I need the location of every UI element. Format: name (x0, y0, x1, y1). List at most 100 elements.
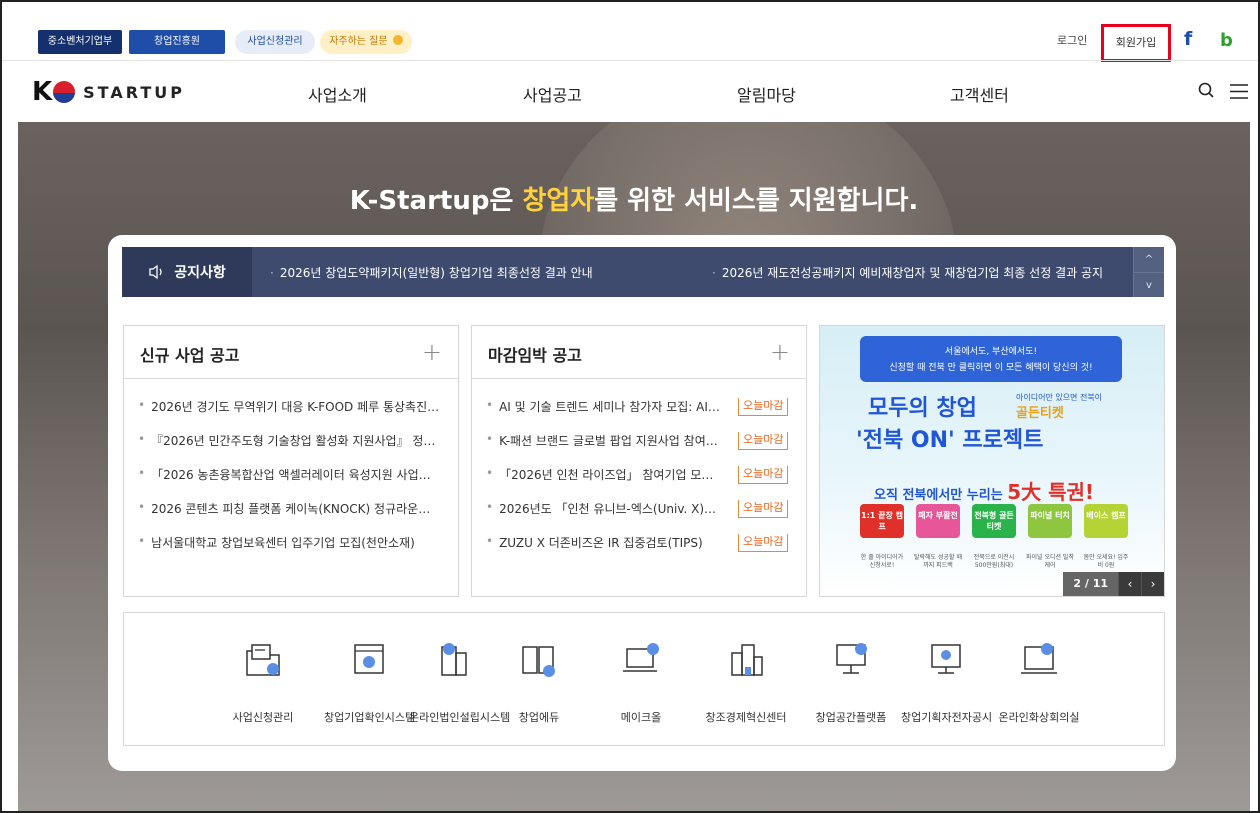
list-item[interactable]: • 2026년 경기도 무역위기 대응 K-FOOD 페루 통상촉진단 … (138, 398, 454, 432)
notice-item[interactable]: · 2026년 재도전성공패키지 예비재창업자 및 재창업기업 최종 선정 결과 … (712, 264, 1103, 281)
presentation-icon (836, 643, 867, 674)
quick-link-label: 창업공간플랫폼 (815, 711, 887, 724)
banner-caption: 탈락해도 성공할 때까지 피드백 (914, 554, 962, 569)
quick-link-label: 창업기획자전자공시 (901, 711, 993, 724)
faq-link[interactable]: 자주하는 질문 (320, 30, 412, 54)
list-item-text: 남서울대학교 창업보육센터 입주기업 모집(천안소재) (151, 536, 415, 550)
list-item[interactable]: • ZUZU X 더존비즈온 IR 집중검토(TIPS) 오늘마감 (486, 534, 802, 568)
main-panel: 공지사항 · 2026년 창업도약패키지(일반형) 창업기업 최종선정 결과 안내… (108, 235, 1176, 771)
facebook-icon[interactable]: f (1184, 28, 1192, 50)
banner-golden-ticket: 골든티켓 (1016, 406, 1064, 421)
login-link[interactable]: 로그인 (1057, 32, 1087, 48)
quick-links: 사업신청관리 창업기업확인시스템 온라인법인설립시스템 창업에듀 메이크올 창조… (123, 612, 1165, 746)
chevron-down-icon[interactable]: v (1134, 272, 1164, 298)
bullet: • (138, 500, 146, 514)
list-item[interactable]: • 2026년도 「인천 유니브-엑스(Univ. X)」 … 오늘마감 (486, 500, 802, 534)
list-item[interactable]: • 남서울대학교 창업보육센터 입주기업 모집(천안소재) (138, 534, 454, 568)
hero-section: K-Startup은 창업자를 위한 서비스를 지원합니다. 공지사항 · 202… (18, 122, 1250, 811)
menu-icon[interactable] (1230, 84, 1248, 99)
banner-chip: 베이스 캠프 (1084, 504, 1128, 538)
nav-business-intro[interactable]: 사업소개 (308, 82, 367, 106)
laptop-gear-icon (623, 643, 659, 672)
banner-chip: 패자 부활전 (916, 504, 960, 538)
quick-link-label: 메이크올 (620, 711, 662, 724)
bullet: • (486, 432, 494, 446)
quick-link-label: 온라인법인설립시스템 (409, 711, 511, 724)
divider (2, 60, 1258, 61)
list-item-text: 2026 콘텐츠 피칭 플랫폼 케이녹(KNOCK) 정규라운드 … (151, 502, 442, 516)
list-item[interactable]: • 2026 콘텐츠 피칭 플랫폼 케이녹(KNOCK) 정규라운드 … (138, 500, 454, 534)
notice-label-text: 공지사항 (174, 265, 226, 281)
quick-link[interactable]: 창조경제혁신센터 (701, 613, 791, 745)
blog-icon[interactable]: b (1220, 30, 1233, 51)
banner-page-number: 2 / 11 (1063, 572, 1118, 596)
mss-link[interactable]: 중소벤처기업부 (38, 30, 122, 54)
deadline-header: 마감임박 공고 + (472, 326, 806, 379)
utility-bar: 중소벤처기업부 창업진흥원 사업신청관리 자주하는 질문 로그인 회원가입 f … (2, 2, 1258, 62)
bullet: • (138, 398, 146, 412)
new-business-box: 신규 사업 공고 + • 2026년 경기도 무역위기 대응 K-FOOD 페루 … (123, 325, 459, 597)
video-meeting-icon (1021, 643, 1057, 674)
list-item[interactable]: • K-패션 브랜드 글로벌 팝업 지원사업 참여기… 오늘마감 (486, 432, 802, 466)
quick-link[interactable]: 메이크올 (596, 613, 686, 745)
promo-banner[interactable]: 서울에서도, 부산에서도! 신청할 때 전북 만 클릭하면 이 모든 혜택이 당… (819, 325, 1165, 597)
banner-headline: 모두의 창업 (868, 396, 977, 421)
nav-business-notice[interactable]: 사업공고 (523, 82, 582, 106)
deadline-badge: 오늘마감 (738, 466, 789, 484)
logo-mark-icon (53, 81, 76, 103)
chevron-right-icon[interactable]: › (1141, 572, 1164, 596)
kstartup-logo[interactable]: K STARTUP (32, 76, 185, 108)
more-plus-icon[interactable]: + (422, 338, 442, 366)
quick-link[interactable]: 창업에듀 (494, 613, 584, 745)
banner-subtitle: 오직 전북에서만 누리는 5大 특권! (874, 476, 1094, 505)
bullet: · (270, 266, 274, 280)
banner-caption: 전북으로 이전시 500만원(최대) (973, 554, 1015, 569)
nav-notice-board[interactable]: 알림마당 (737, 82, 796, 106)
nav-customer-center[interactable]: 고객센터 (950, 82, 1009, 106)
book-icon (522, 646, 555, 677)
speaker-icon (149, 264, 162, 280)
list-item-text: 2026년도 「인천 유니브-엑스(Univ. X)」 … (499, 502, 724, 516)
banner-line1: 서울에서도, 부산에서도! (944, 347, 1038, 357)
quick-link-label: 온라인화상회의실 (998, 711, 1080, 724)
deadline-badge: 오늘마감 (738, 500, 789, 518)
list-item[interactable]: • 「2026년 인천 라이즈업」 참여기업 모집공고 오늘마감 (486, 466, 802, 500)
quick-link[interactable]: 창업기획자전자공시 (901, 613, 993, 745)
chevron-up-icon[interactable]: ^ (1134, 247, 1164, 272)
more-plus-icon[interactable]: + (770, 338, 790, 366)
deadline-badge: 오늘마감 (738, 534, 789, 552)
deadline-badge: 오늘마감 (738, 398, 789, 416)
banner-top-box: 서울에서도, 부산에서도! 신청할 때 전북 만 클릭하면 이 모든 혜택이 당… (860, 336, 1122, 382)
quick-link-label: 창업기업확인시스템 (324, 711, 416, 724)
quick-link[interactable]: 창업기업확인시스템 (324, 613, 416, 745)
quick-link[interactable]: 창업공간플랫폼 (806, 613, 896, 745)
quick-link-label: 창조경제혁신센터 (705, 711, 787, 724)
list-item[interactable]: • 「2026 농촌융복합산업 액셀러레이터 육성지원 사업」 … (138, 466, 454, 500)
bullet: • (486, 534, 494, 548)
notice-item-text: 2026년 창업도약패키지(일반형) 창업기업 최종선정 결과 안내 (279, 266, 593, 280)
bullet: • (138, 534, 146, 548)
kised-link[interactable]: 창업진흥원 (129, 30, 225, 54)
new-business-title: 신규 사업 공고 (140, 346, 240, 365)
signup-link[interactable]: 회원가입 (1101, 24, 1171, 62)
application-management-link[interactable]: 사업신청관리 (235, 30, 315, 54)
search-icon[interactable] (1198, 82, 1214, 98)
quick-link-label: 창업에듀 (518, 711, 560, 724)
deadline-list: • AI 및 기술 트렌드 세미나 참가자 모집: AI가 … 오늘마감 • K-패션… (486, 398, 802, 568)
quick-link[interactable]: 온라인화상회의실 (994, 613, 1084, 745)
banner-chip: 파이널 터치 (1028, 504, 1072, 538)
browser-frame: 중소벤처기업부 창업진흥원 사업신청관리 자주하는 질문 로그인 회원가입 f … (0, 0, 1260, 813)
banner-caption: 파이널 오디션 밀착케어 (1026, 554, 1074, 569)
hero-title-pre: K-Startup은 (349, 186, 523, 216)
chevron-left-icon[interactable]: ‹ (1118, 572, 1141, 596)
quick-link[interactable]: 온라인법인설립시스템 (409, 613, 511, 745)
banner-line2: 신청할 때 전북 만 클릭하면 이 모든 혜택이 당신의 것! (889, 363, 1093, 373)
quick-link[interactable]: 사업신청관리 (218, 613, 308, 745)
bullet: · (712, 266, 716, 280)
notice-label: 공지사항 (122, 247, 252, 297)
banner-chips: 1:1 끝장 캠프 패자 부활전 전북형 골든티켓 파이널 터치 베이스 캠프 (860, 504, 1150, 544)
list-item[interactable]: • AI 및 기술 트렌드 세미나 참가자 모집: AI가 … 오늘마감 (486, 398, 802, 432)
list-item[interactable]: • 『2026년 민간주도형 기술창업 활성화 지원사업』 정출… (138, 432, 454, 466)
logo-text: STARTUP (83, 82, 185, 102)
notice-item[interactable]: · 2026년 창업도약패키지(일반형) 창업기업 최종선정 결과 안내 (270, 264, 593, 281)
